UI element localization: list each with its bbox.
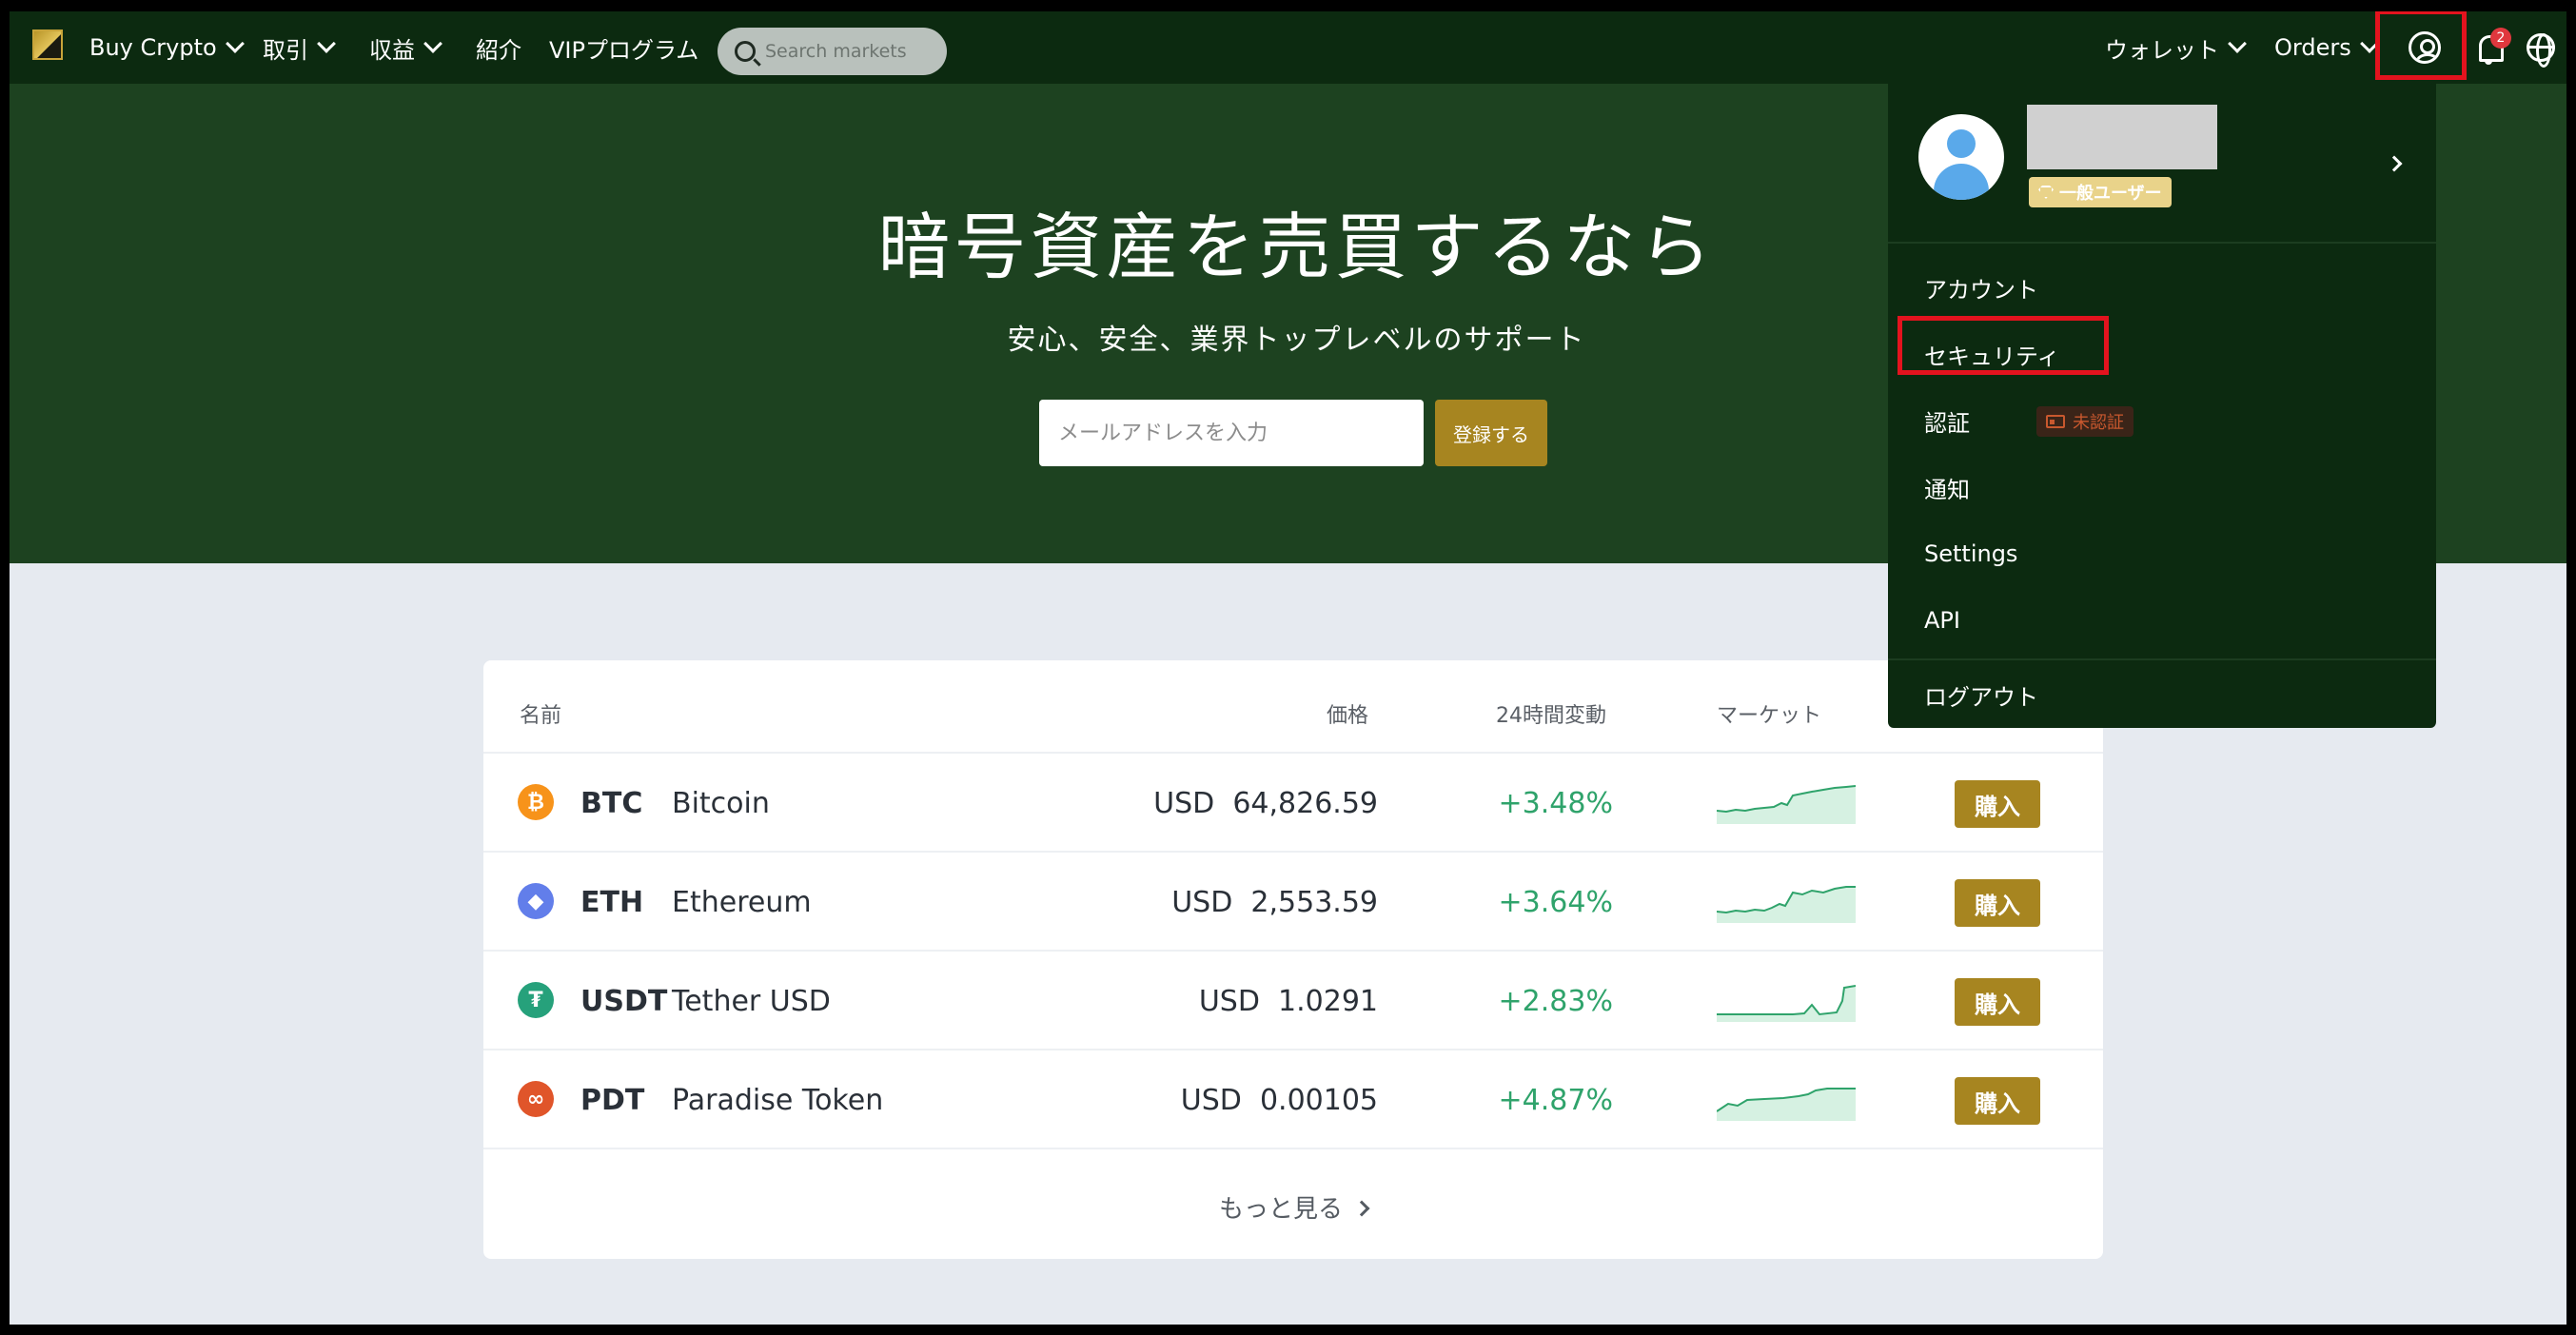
bitcoin-icon: ₿ xyxy=(518,784,554,820)
coin-change: +3.64% xyxy=(1498,885,1613,919)
table-divider xyxy=(483,1148,2103,1149)
header-change: 24時間変動 xyxy=(1496,704,1606,728)
nav-vip-program[interactable]: VIPプログラム xyxy=(549,11,698,84)
menu-item-account[interactable]: アカウント xyxy=(1924,268,2038,306)
nav-earn[interactable]: 収益 xyxy=(369,11,442,84)
nav-wallet[interactable]: ウォレット xyxy=(2105,11,2247,84)
see-more-link[interactable]: もっと見る xyxy=(483,1189,2103,1225)
language-button[interactable] xyxy=(2522,11,2560,84)
menu-item-logout[interactable]: ログアウト xyxy=(1924,676,2038,714)
nav-trade-label: 取引 xyxy=(263,36,308,64)
search-bar[interactable] xyxy=(718,28,947,75)
id-card-icon xyxy=(2046,415,2065,428)
coin-name: Paradise Token xyxy=(672,1083,884,1117)
sparkline-chart xyxy=(1717,785,1856,824)
coin-symbol: PDT xyxy=(580,1083,645,1117)
menu-item-verification-label: 認証 xyxy=(1924,409,1970,437)
table-row[interactable]: ◆ ETH Ethereum USD 2,553.59 +3.64% 購入 xyxy=(483,851,2103,950)
paradise-token-icon: ∞ xyxy=(518,1081,554,1117)
diamond-icon xyxy=(2038,186,2054,199)
chevron-right-icon[interactable] xyxy=(2386,155,2403,172)
nav-earn-label: 収益 xyxy=(369,36,415,64)
header-market: マーケット xyxy=(1717,704,1822,728)
menu-item-settings[interactable]: Settings xyxy=(1924,535,2017,573)
unverified-badge: 未認証 xyxy=(2036,406,2134,437)
buy-button[interactable]: 購入 xyxy=(1955,780,2040,828)
user-tier-badge: 一般ユーザー xyxy=(2029,177,2172,207)
divider xyxy=(1888,658,2436,660)
market-table-card: 名前 価格 24時間変動 マーケット ₿ BTC Bitcoin USD 64,… xyxy=(483,660,2103,1259)
menu-item-notifications[interactable]: 通知 xyxy=(1924,468,1970,506)
chevron-down-icon xyxy=(317,34,336,53)
app-frame: Buy Crypto 取引 収益 紹介 VIPプログラム ウォレット Order… xyxy=(10,11,2566,1325)
buy-button[interactable]: 購入 xyxy=(1955,879,2040,927)
nav-buy-crypto[interactable]: Buy Crypto xyxy=(89,11,245,84)
header-name: 名前 xyxy=(520,704,562,728)
user-menu-button[interactable] xyxy=(2400,11,2449,84)
nav-orders-label: Orders xyxy=(2274,34,2351,61)
coin-name: Ethereum xyxy=(672,885,812,919)
sparkline-chart xyxy=(1717,985,1856,1022)
bell-icon: 2 xyxy=(2475,28,2511,65)
table-row[interactable]: ₿ BTC Bitcoin USD 64,826.59 +3.48% 購入 xyxy=(483,752,2103,851)
coin-symbol: USDT xyxy=(580,984,668,1018)
coin-price: USD 1.0291 xyxy=(1198,984,1378,1018)
coin-price: USD 64,826.59 xyxy=(1153,786,1378,820)
coin-symbol: BTC xyxy=(580,786,643,820)
coin-price: USD 2,553.59 xyxy=(1171,885,1378,919)
coin-change: +2.83% xyxy=(1498,984,1613,1018)
chevron-down-icon xyxy=(423,34,442,53)
email-input[interactable] xyxy=(1039,400,1424,466)
search-input[interactable] xyxy=(765,41,927,62)
nav-orders[interactable]: Orders xyxy=(2274,11,2379,84)
coin-name: Tether USD xyxy=(672,984,831,1018)
coin-name: Bitcoin xyxy=(672,786,770,820)
nav-vip-program-label: VIPプログラム xyxy=(549,36,699,64)
logo-icon[interactable] xyxy=(32,29,63,60)
nav-wallet-label: ウォレット xyxy=(2105,36,2219,64)
username-redacted xyxy=(2027,105,2217,169)
notification-count-badge: 2 xyxy=(2490,28,2511,49)
user-dropdown-menu: 一般ユーザー アカウント セキュリティ 認証 未認証 通知 Settings A… xyxy=(1888,84,2436,728)
nav-referral[interactable]: 紹介 xyxy=(476,11,521,84)
chevron-down-icon xyxy=(225,34,245,53)
avatar xyxy=(1918,114,2004,200)
chevron-down-icon xyxy=(2359,34,2379,53)
user-tier-label: 一般ユーザー xyxy=(2059,184,2162,204)
coin-symbol: ETH xyxy=(580,885,644,919)
top-navbar: Buy Crypto 取引 収益 紹介 VIPプログラム ウォレット Order… xyxy=(10,11,2566,84)
buy-button[interactable]: 購入 xyxy=(1955,1077,2040,1125)
signup-button[interactable]: 登録する xyxy=(1435,400,1547,466)
menu-item-security[interactable]: セキュリティ xyxy=(1924,335,2060,373)
coin-price: USD 0.00105 xyxy=(1180,1083,1378,1117)
notifications-button[interactable]: 2 xyxy=(2469,11,2511,84)
sparkline-chart xyxy=(1717,886,1856,923)
nav-buy-crypto-label: Buy Crypto xyxy=(89,34,217,61)
chevron-right-icon xyxy=(1353,1200,1370,1217)
menu-item-api[interactable]: API xyxy=(1924,601,1960,639)
tether-icon: ₮ xyxy=(518,982,554,1018)
unverified-label: 未認証 xyxy=(2073,413,2124,433)
search-icon xyxy=(735,41,756,62)
nav-trade[interactable]: 取引 xyxy=(263,11,336,84)
table-row[interactable]: ∞ PDT Paradise Token USD 0.00105 +4.87% … xyxy=(483,1049,2103,1148)
coin-change: +3.48% xyxy=(1498,786,1613,820)
coin-change: +4.87% xyxy=(1498,1083,1613,1117)
header-price: 価格 xyxy=(1327,704,1369,728)
nav-referral-label: 紹介 xyxy=(476,36,521,64)
ethereum-icon: ◆ xyxy=(518,883,554,919)
sparkline-chart xyxy=(1717,1088,1856,1121)
menu-item-verification[interactable]: 認証 未認証 xyxy=(1924,402,2134,440)
user-icon xyxy=(2409,31,2441,64)
buy-button[interactable]: 購入 xyxy=(1955,978,2040,1026)
globe-icon xyxy=(2527,33,2555,68)
see-more-label: もっと見る xyxy=(1218,1195,1343,1224)
chevron-down-icon xyxy=(2228,34,2247,53)
table-row[interactable]: ₮ USDT Tether USD USD 1.0291 +2.83% 購入 xyxy=(483,950,2103,1049)
divider xyxy=(1888,242,2436,244)
